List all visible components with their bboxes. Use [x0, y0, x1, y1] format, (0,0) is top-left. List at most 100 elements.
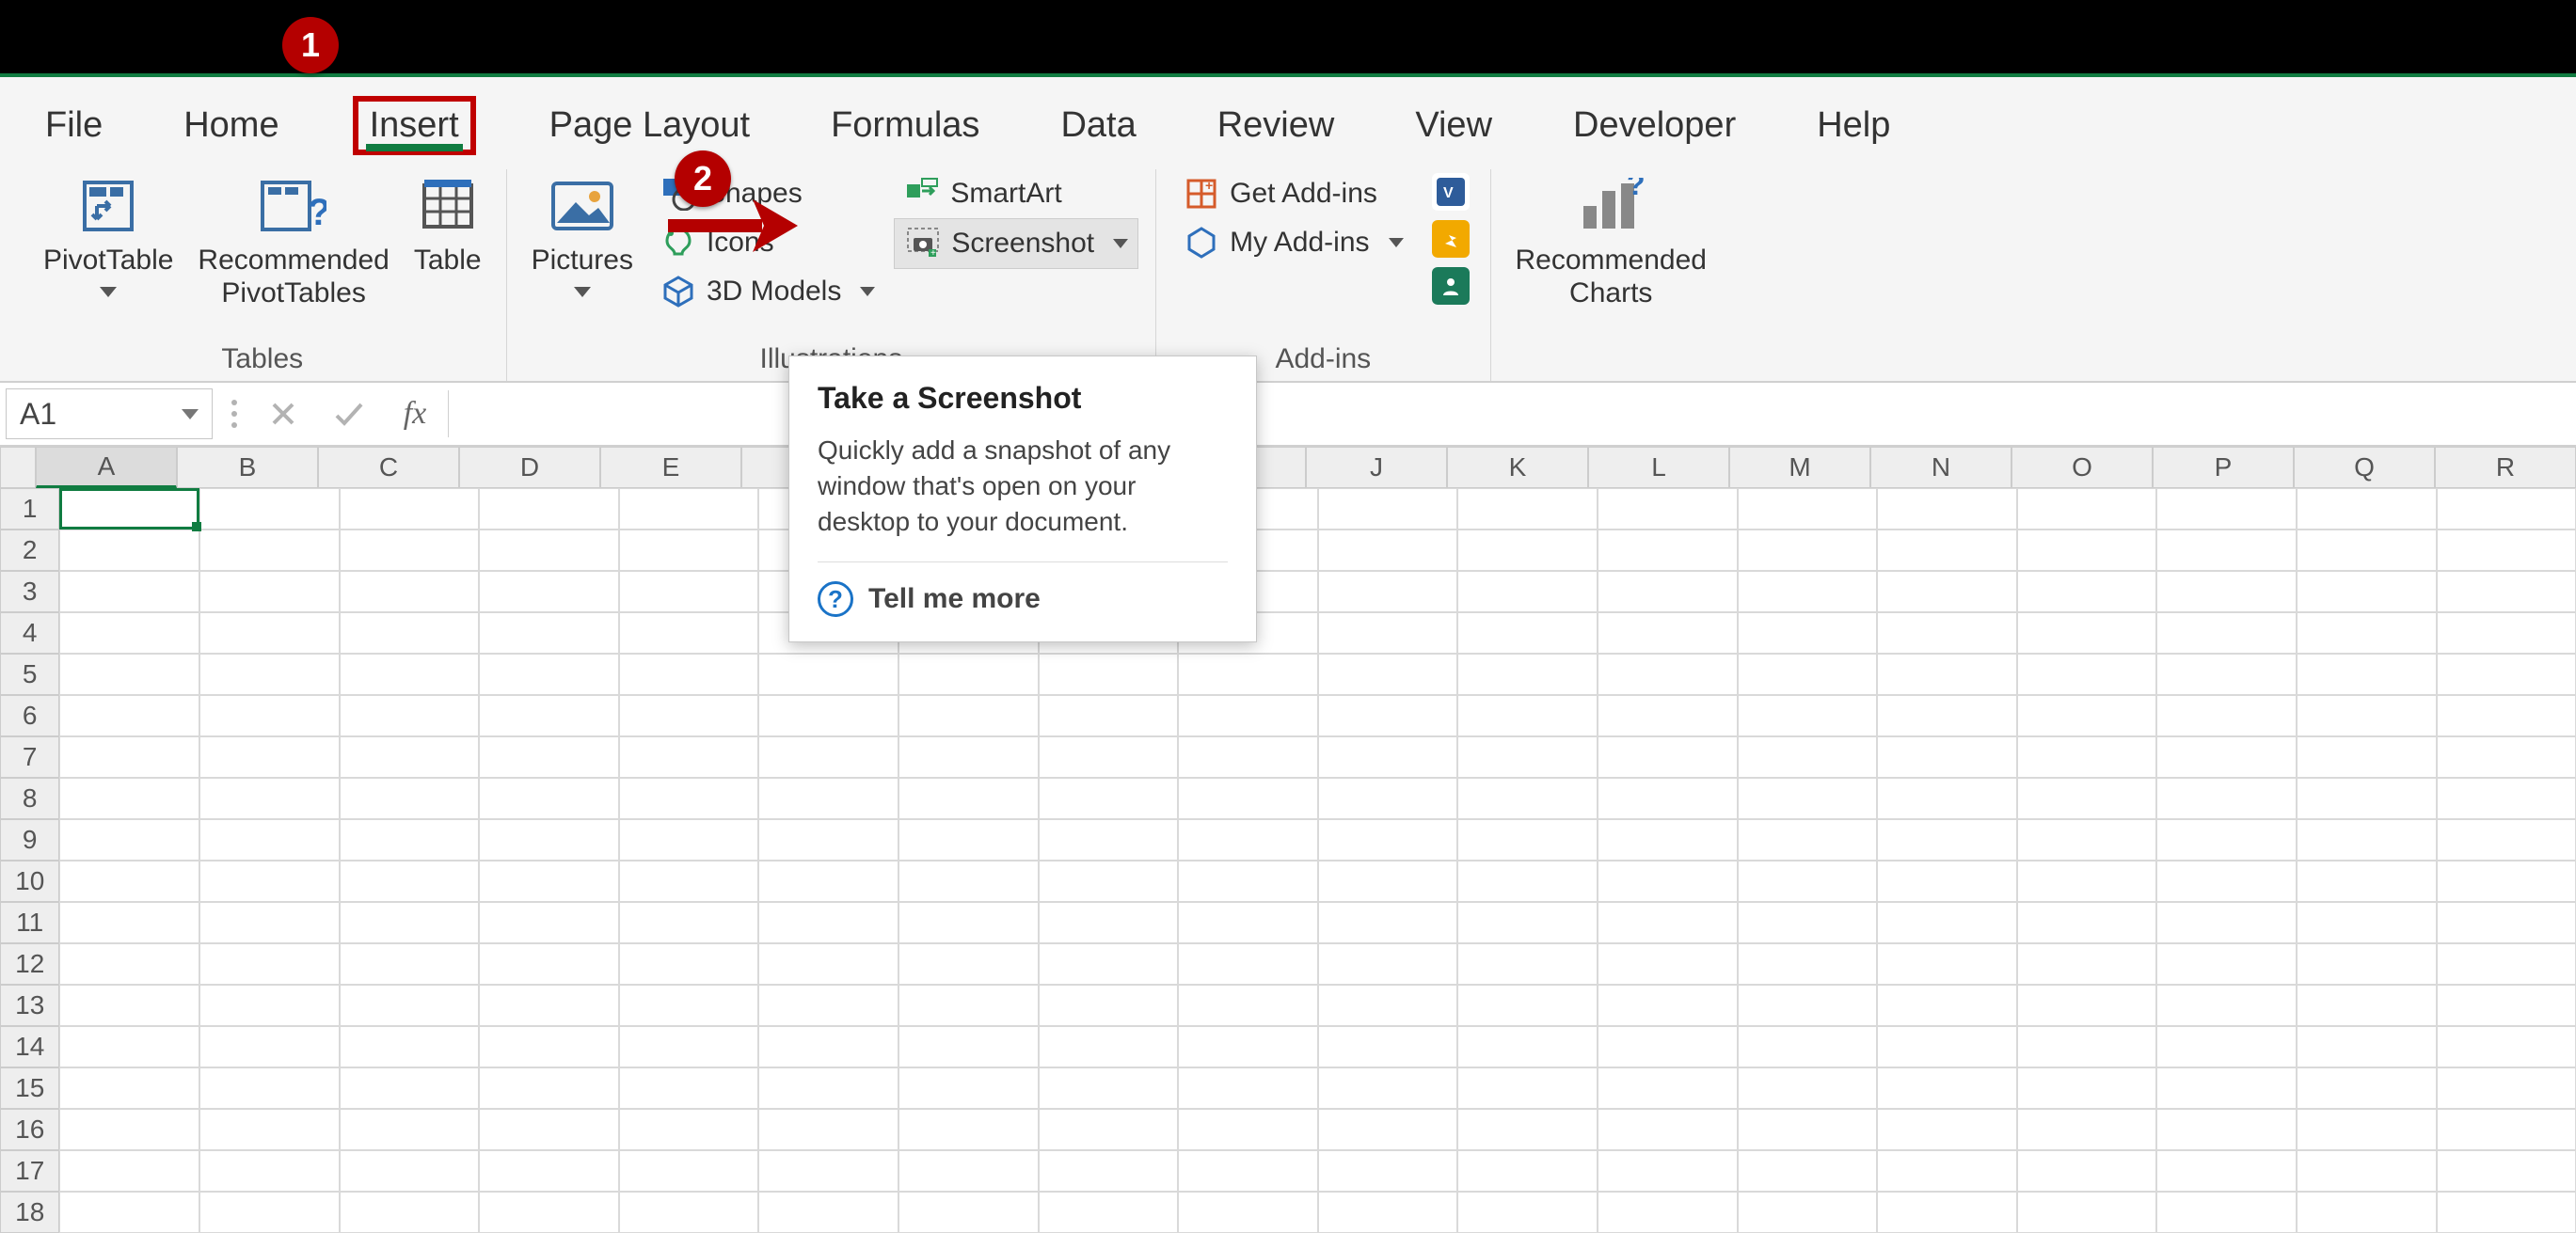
cell[interactable] — [1178, 1026, 1318, 1067]
cell[interactable] — [479, 902, 619, 943]
cell[interactable] — [199, 1026, 340, 1067]
cell[interactable] — [619, 1109, 759, 1150]
cell[interactable] — [758, 1026, 898, 1067]
cell[interactable] — [1039, 778, 1179, 819]
tab-formulas[interactable]: Formulas — [823, 102, 987, 150]
cell[interactable] — [2156, 943, 2297, 985]
select-all-corner[interactable] — [0, 447, 36, 488]
tab-insert[interactable]: Insert — [353, 96, 476, 155]
cell[interactable] — [199, 1150, 340, 1192]
cell[interactable] — [2156, 571, 2297, 612]
cell[interactable] — [758, 1192, 898, 1233]
column-header[interactable]: L — [1588, 447, 1729, 488]
tab-data[interactable]: Data — [1053, 102, 1143, 150]
cell[interactable] — [898, 1192, 1039, 1233]
cell[interactable] — [2297, 819, 2437, 861]
cell[interactable] — [1877, 985, 2017, 1026]
cell[interactable] — [1457, 612, 1598, 654]
cell[interactable] — [59, 778, 199, 819]
tab-file[interactable]: File — [38, 102, 110, 150]
cell[interactable] — [1318, 943, 1458, 985]
cell[interactable] — [2017, 736, 2157, 778]
cell[interactable] — [2437, 736, 2576, 778]
cell[interactable] — [340, 1026, 480, 1067]
column-header[interactable]: E — [600, 447, 741, 488]
cell[interactable] — [619, 1026, 759, 1067]
cell[interactable] — [1039, 736, 1179, 778]
cell[interactable] — [1877, 695, 2017, 736]
cell[interactable] — [1738, 985, 1878, 1026]
cell[interactable] — [1178, 778, 1318, 819]
cell[interactable] — [340, 736, 480, 778]
column-header[interactable]: K — [1447, 447, 1588, 488]
cell[interactable] — [2017, 530, 2157, 571]
cell[interactable] — [199, 1109, 340, 1150]
cell[interactable] — [1178, 861, 1318, 902]
cell[interactable] — [479, 943, 619, 985]
cell[interactable] — [340, 488, 480, 530]
cell[interactable] — [619, 985, 759, 1026]
cell[interactable] — [1877, 902, 2017, 943]
cell[interactable] — [479, 985, 619, 1026]
column-header[interactable]: N — [1870, 447, 2012, 488]
cell[interactable] — [199, 695, 340, 736]
row-header[interactable]: 16 — [0, 1109, 59, 1150]
cell[interactable] — [1178, 1192, 1318, 1233]
cell[interactable] — [758, 654, 898, 695]
cell[interactable] — [1318, 985, 1458, 1026]
row-header[interactable]: 9 — [0, 819, 59, 861]
cell[interactable] — [619, 736, 759, 778]
row-header[interactable]: 7 — [0, 736, 59, 778]
cell[interactable] — [1457, 1150, 1598, 1192]
cell[interactable] — [2156, 819, 2297, 861]
cell[interactable] — [619, 612, 759, 654]
row-header[interactable]: 14 — [0, 1026, 59, 1067]
cell[interactable] — [1457, 1067, 1598, 1109]
cell[interactable] — [1318, 695, 1458, 736]
recommended-charts-button[interactable]: ? Recommended Charts — [1508, 169, 1714, 313]
cell[interactable] — [1178, 943, 1318, 985]
cell[interactable] — [59, 488, 199, 530]
column-header[interactable]: C — [318, 447, 459, 488]
row-header[interactable]: 8 — [0, 778, 59, 819]
cell[interactable] — [340, 1150, 480, 1192]
cell[interactable] — [479, 695, 619, 736]
cell[interactable] — [1039, 902, 1179, 943]
cell[interactable] — [2156, 778, 2297, 819]
cell[interactable] — [1457, 778, 1598, 819]
cell[interactable] — [1877, 488, 2017, 530]
cell[interactable] — [2437, 985, 2576, 1026]
row-header[interactable]: 4 — [0, 612, 59, 654]
cell[interactable] — [1598, 488, 1738, 530]
cell[interactable] — [2017, 943, 2157, 985]
tab-developer[interactable]: Developer — [1566, 102, 1743, 150]
cell[interactable] — [1598, 612, 1738, 654]
cell[interactable] — [59, 1109, 199, 1150]
cell[interactable] — [619, 902, 759, 943]
cell[interactable] — [1877, 571, 2017, 612]
cell[interactable] — [758, 1067, 898, 1109]
cell[interactable] — [2297, 861, 2437, 902]
cell[interactable] — [2017, 778, 2157, 819]
bing-addin-tile[interactable] — [1432, 220, 1470, 258]
cell[interactable] — [758, 943, 898, 985]
cell[interactable] — [479, 1192, 619, 1233]
cell[interactable] — [2297, 571, 2437, 612]
cell[interactable] — [1877, 530, 2017, 571]
cell[interactable] — [2017, 488, 2157, 530]
cell[interactable] — [1598, 1026, 1738, 1067]
cell[interactable] — [1039, 1150, 1179, 1192]
cell[interactable] — [1877, 778, 2017, 819]
cell[interactable] — [59, 612, 199, 654]
cell[interactable] — [1178, 736, 1318, 778]
cell[interactable] — [1318, 736, 1458, 778]
cell[interactable] — [898, 778, 1039, 819]
cell[interactable] — [59, 695, 199, 736]
column-header[interactable]: B — [177, 447, 318, 488]
cell[interactable] — [1457, 571, 1598, 612]
cell[interactable] — [340, 654, 480, 695]
cell[interactable] — [1877, 819, 2017, 861]
cell[interactable] — [340, 1192, 480, 1233]
row-header[interactable]: 17 — [0, 1150, 59, 1192]
cell[interactable] — [898, 1067, 1039, 1109]
